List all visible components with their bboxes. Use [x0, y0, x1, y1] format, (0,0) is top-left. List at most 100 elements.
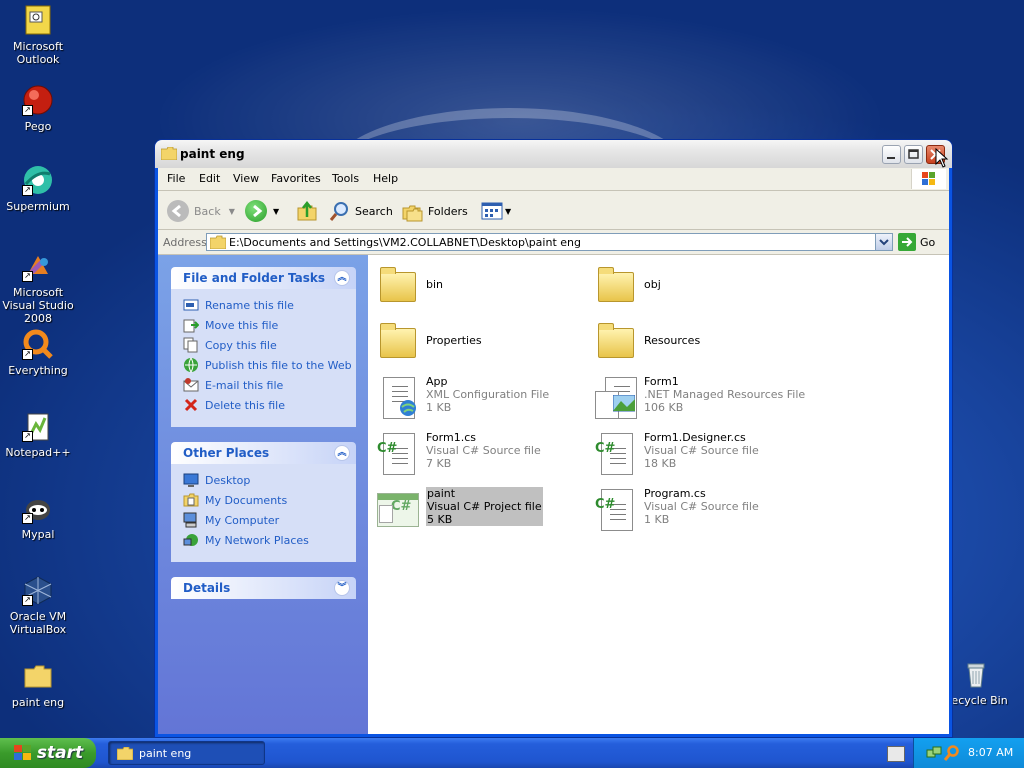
- search-icon: [329, 202, 348, 221]
- views-button[interactable]: ▼: [481, 200, 511, 222]
- search-button[interactable]: Search: [329, 200, 393, 222]
- desktop-icon-mypal[interactable]: ↗ Mypal: [0, 492, 76, 541]
- task-rename[interactable]: Rename this file: [183, 295, 356, 315]
- list-item[interactable]: obj: [595, 264, 661, 308]
- resx-icon: [595, 375, 637, 419]
- details-panel: Details ︾: [171, 577, 356, 599]
- desktop-icon-label: Microsoft Outlook: [12, 40, 64, 66]
- task-delete[interactable]: Delete this file: [183, 395, 356, 415]
- list-item[interactable]: Properties: [377, 320, 482, 364]
- panel-title: Details: [183, 581, 231, 595]
- address-bar: Address E:\Documents and Settings\VM2.CO…: [158, 230, 949, 255]
- clock: 8:07 AM: [968, 746, 1014, 759]
- menu-edit[interactable]: Edit: [199, 172, 220, 185]
- desktop-icon-label: Pego: [24, 120, 52, 133]
- back-button[interactable]: Back ▼: [167, 200, 235, 222]
- list-item[interactable]: bin: [377, 264, 443, 308]
- taskbar-button-paint-eng[interactable]: paint eng: [108, 741, 265, 765]
- up-folder-button[interactable]: [296, 200, 318, 222]
- mypal-icon: ↗: [22, 492, 54, 524]
- title-bar[interactable]: paint eng: [155, 140, 952, 168]
- back-label: Back: [194, 204, 221, 218]
- start-label: start: [36, 743, 84, 763]
- task-move[interactable]: Move this file: [183, 315, 356, 335]
- file-name: bin: [426, 278, 444, 291]
- network-tray-icon[interactable]: [926, 745, 942, 761]
- folders-button[interactable]: Folders: [401, 200, 468, 222]
- forward-button[interactable]: ▼: [245, 200, 279, 222]
- other-places-panel: Other Places ︽ Desktop My Documents My Co…: [171, 442, 356, 562]
- folder-icon: [210, 235, 226, 249]
- folder-icon: [22, 660, 54, 692]
- address-path: E:\Documents and Settings\VM2.COLLABNET\…: [229, 236, 581, 249]
- file-type: XML Configuration File: [426, 388, 550, 401]
- desktop-icon-notepadpp[interactable]: ↗ Notepad++: [0, 410, 76, 459]
- file-type: Visual C# Project file: [427, 500, 542, 513]
- list-item[interactable]: Form1 .NET Managed Resources File 106 KB: [595, 375, 805, 419]
- file-type: Visual C# Source file: [426, 444, 541, 457]
- desktop-icon-paint-eng[interactable]: paint eng: [0, 660, 76, 709]
- list-item[interactable]: Resources: [595, 320, 700, 364]
- maximize-button[interactable]: [904, 145, 923, 164]
- file-name: Resources: [644, 334, 701, 347]
- file-size: 18 KB: [644, 457, 677, 470]
- panel-header[interactable]: Details ︾: [171, 577, 356, 599]
- desktop-icon-label: Notepad++: [5, 446, 71, 459]
- file-type: Visual C# Source file: [644, 500, 759, 513]
- place-my-computer[interactable]: My Computer: [183, 510, 356, 530]
- keyboard-icon[interactable]: [887, 746, 905, 762]
- minimize-button[interactable]: [882, 145, 901, 164]
- place-my-documents[interactable]: My Documents: [183, 490, 356, 510]
- up-folder-icon: [297, 200, 317, 221]
- place-my-network-places[interactable]: My Network Places: [183, 530, 356, 550]
- copy-icon: [183, 337, 198, 353]
- task-copy[interactable]: Copy this file: [183, 335, 356, 355]
- rename-icon: [183, 299, 199, 311]
- list-item[interactable]: C# Form1.Designer.cs Visual C# Source fil…: [595, 431, 759, 475]
- file-size: 1 KB: [426, 401, 452, 414]
- panel-header[interactable]: File and Folder Tasks ︽: [171, 267, 356, 289]
- visual-studio-icon: ↗: [22, 250, 54, 282]
- csharp-file-icon: C#: [595, 487, 635, 531]
- list-item[interactable]: C# Program.cs Visual C# Source file 1 KB: [595, 487, 759, 531]
- desktop-icon-everything[interactable]: ↗ Everything: [0, 328, 76, 377]
- menu-tools[interactable]: Tools: [332, 172, 359, 185]
- views-icon: [481, 202, 503, 220]
- task-publish-web[interactable]: Publish this file to the Web: [183, 355, 356, 375]
- task-email[interactable]: E-mail this file: [183, 375, 356, 395]
- file-name: Form1.Designer.cs: [644, 431, 746, 444]
- windows-logo-icon: [911, 169, 946, 189]
- start-button[interactable]: start: [0, 738, 96, 768]
- menu-help[interactable]: Help: [373, 172, 398, 185]
- expand-chevron-icon[interactable]: ︾: [334, 580, 350, 596]
- menu-file[interactable]: File: [167, 172, 185, 185]
- back-dropdown-icon[interactable]: ▼: [229, 207, 235, 216]
- panel-header[interactable]: Other Places ︽: [171, 442, 356, 464]
- task-pane: File and Folder Tasks ︽ Rename this file …: [158, 255, 368, 734]
- virtualbox-icon: ↗: [22, 574, 54, 606]
- collapse-chevron-icon[interactable]: ︽: [334, 270, 350, 286]
- menu-favorites[interactable]: Favorites: [271, 172, 321, 185]
- address-dropdown-button[interactable]: [875, 234, 892, 250]
- desktop-icon-pego[interactable]: ↗ Pego: [0, 84, 76, 133]
- desktop-icon-outlook[interactable]: Microsoft Outlook: [0, 4, 76, 66]
- menu-view[interactable]: View: [233, 172, 259, 185]
- csharp-file-icon: C#: [595, 431, 635, 475]
- desktop-icon-label: Oracle VM VirtualBox: [9, 610, 67, 636]
- collapse-chevron-icon[interactable]: ︽: [334, 445, 350, 461]
- desktop-icon-supermium[interactable]: ↗ Supermium: [0, 164, 76, 213]
- list-item[interactable]: App XML Configuration File 1 KB: [377, 375, 549, 419]
- list-item[interactable]: C# Form1.cs Visual C# Source file 7 KB: [377, 431, 541, 475]
- file-name: App: [426, 375, 448, 388]
- list-item-selected[interactable]: C# paint Visual C# Project file 5 KB: [373, 487, 543, 531]
- file-size: 1 KB: [644, 513, 670, 526]
- desktop-icon-visual-studio[interactable]: ↗ Microsoft Visual Studio 2008: [0, 250, 76, 325]
- forward-dropdown-icon[interactable]: ▼: [273, 207, 279, 216]
- place-desktop[interactable]: Desktop: [183, 470, 356, 490]
- address-input[interactable]: E:\Documents and Settings\VM2.COLLABNET\…: [206, 233, 893, 251]
- supermium-icon: ↗: [22, 164, 54, 196]
- search-tray-icon[interactable]: [944, 745, 960, 761]
- address-label: Address: [163, 236, 207, 249]
- desktop-icon-virtualbox[interactable]: ↗ Oracle VM VirtualBox: [0, 574, 76, 636]
- go-button[interactable]: Go: [898, 233, 935, 251]
